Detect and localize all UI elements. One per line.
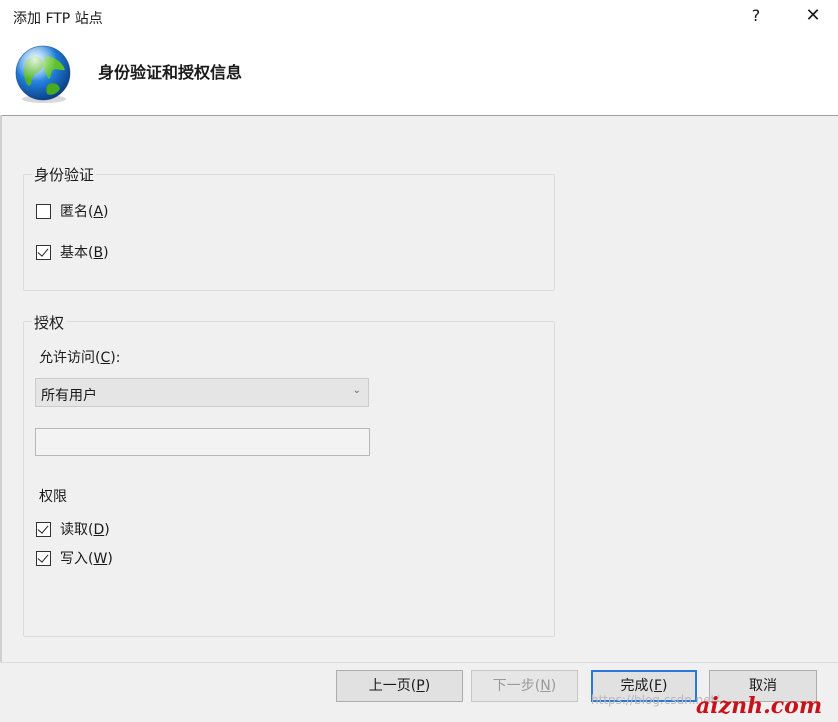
title-bar: 添加 FTP 站点 ? ✕ bbox=[0, 0, 838, 34]
allow-access-label: 允许访问(C): bbox=[39, 350, 121, 366]
close-button[interactable]: ✕ bbox=[796, 2, 830, 30]
next-button[interactable]: 下一步(N) bbox=[471, 670, 578, 702]
chevron-down-icon: ⌄ bbox=[352, 385, 361, 396]
allow-access-dropdown[interactable]: 所有用户 ⌄ bbox=[35, 378, 369, 407]
globe-icon bbox=[15, 45, 71, 103]
watermark-brand: aiznh.com bbox=[696, 693, 823, 719]
anonymous-checkbox-label: 匿名(A) bbox=[60, 204, 109, 220]
read-checkbox[interactable]: 读取(D) bbox=[36, 519, 110, 539]
basic-checkbox-box[interactable] bbox=[36, 244, 51, 260]
basic-checkbox[interactable]: 基本(B) bbox=[36, 242, 109, 262]
help-button[interactable]: ? bbox=[742, 2, 770, 30]
permissions-label: 权限 bbox=[39, 489, 67, 505]
wizard-header: 身份验证和授权信息 bbox=[0, 34, 838, 116]
window-title: 添加 FTP 站点 bbox=[13, 11, 103, 27]
authentication-group-label: 身份验证 bbox=[32, 164, 97, 185]
window-left-edge bbox=[0, 115, 2, 721]
write-checkbox-box[interactable] bbox=[36, 550, 51, 566]
authorization-group bbox=[23, 321, 555, 637]
previous-button[interactable]: 上一页(P) bbox=[336, 670, 463, 702]
read-checkbox-label: 读取(D) bbox=[60, 522, 110, 538]
page-title: 身份验证和授权信息 bbox=[98, 63, 243, 82]
allow-access-selected-value: 所有用户 bbox=[41, 388, 97, 404]
users-roles-input[interactable] bbox=[35, 428, 370, 456]
anonymous-checkbox[interactable]: 匿名(A) bbox=[36, 201, 109, 221]
basic-checkbox-label: 基本(B) bbox=[60, 245, 109, 261]
authorization-group-label: 授权 bbox=[32, 312, 67, 333]
authentication-group bbox=[23, 174, 555, 291]
anonymous-checkbox-box[interactable] bbox=[36, 203, 51, 219]
write-checkbox-label: 写入(W) bbox=[60, 551, 113, 567]
read-checkbox-box[interactable] bbox=[36, 521, 51, 537]
write-checkbox[interactable]: 写入(W) bbox=[36, 548, 113, 568]
